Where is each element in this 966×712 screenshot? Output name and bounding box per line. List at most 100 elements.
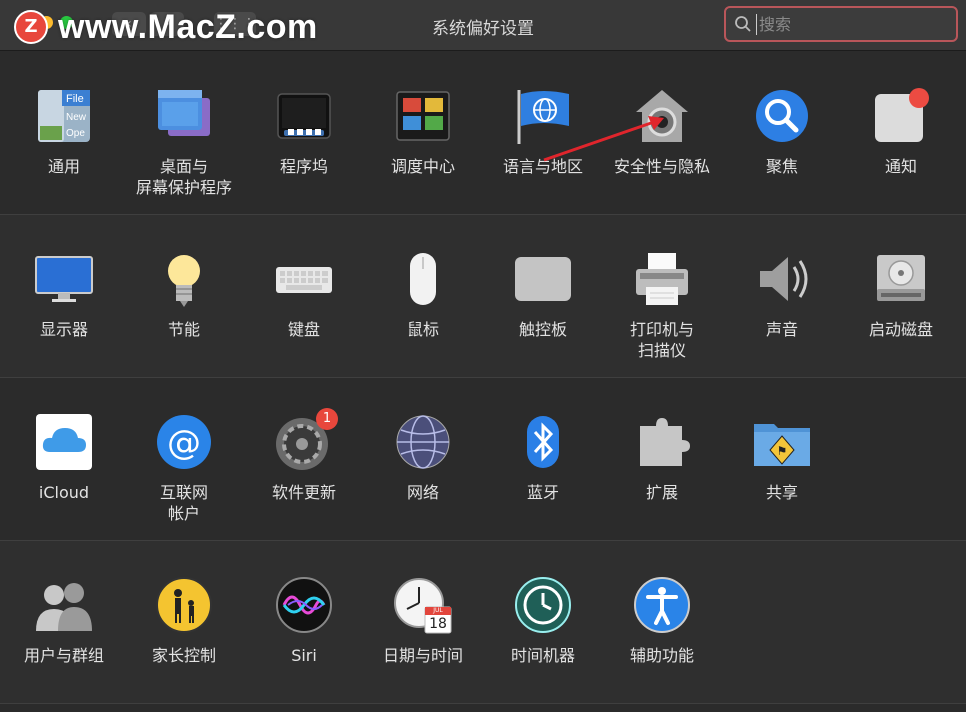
- pref-row: 显示器 节能 键盘 鼠标 触控板 打印机与 扫描仪 声音 启动磁盘: [0, 215, 966, 378]
- pref-pane-sharing[interactable]: ⚑ 共享: [722, 412, 842, 503]
- annotation-arrow: [543, 116, 664, 162]
- pref-pane-date-time[interactable]: JUL 18 日期与时间: [363, 575, 483, 666]
- pref-pane-extensions[interactable]: 扩展: [602, 412, 722, 503]
- pref-pane-dock[interactable]: 程序坞: [244, 86, 364, 177]
- startup-disk-icon: [871, 249, 931, 309]
- pref-pane-label: 软件更新: [271, 483, 336, 502]
- pref-pane-label: 家长控制: [151, 646, 216, 665]
- pref-pane-label: Siri: [291, 646, 317, 665]
- calendar-day: 18: [429, 616, 447, 632]
- pref-pane-mouse[interactable]: 鼠标: [363, 249, 483, 340]
- pref-pane-accessibility[interactable]: 辅助功能: [602, 575, 722, 666]
- pref-pane-keyboard[interactable]: 键盘: [244, 249, 364, 340]
- mouse-icon: [393, 249, 453, 309]
- pref-pane-notifications[interactable]: 通知: [841, 86, 961, 177]
- time-machine-icon: [513, 575, 573, 635]
- pref-pane-label: 蓝牙: [526, 483, 559, 502]
- svg-text:File: File: [66, 93, 84, 105]
- search-input[interactable]: [756, 13, 951, 35]
- pref-pane-bluetooth[interactable]: 蓝牙: [483, 412, 603, 503]
- pref-pane-software-update[interactable]: 1 软件更新: [244, 408, 364, 503]
- pref-pane-general[interactable]: File New Ope 通用: [4, 86, 124, 177]
- pref-pane-icloud[interactable]: iCloud: [4, 412, 124, 503]
- network-icon: [393, 412, 453, 472]
- pref-pane-spotlight[interactable]: 聚焦: [722, 86, 842, 177]
- calendar-month: JUL: [433, 607, 443, 614]
- pref-pane-label: 节能: [167, 320, 200, 339]
- keyboard-icon: [274, 249, 334, 309]
- pref-pane-startup-disk[interactable]: 启动磁盘: [841, 249, 961, 340]
- pref-pane-mission-control[interactable]: 调度中心: [363, 86, 483, 177]
- pref-pane-label: 共享: [765, 483, 798, 502]
- svg-text:⚑: ⚑: [777, 444, 788, 458]
- date-time-icon: JUL 18: [393, 575, 453, 635]
- parental-controls-icon: [154, 575, 214, 635]
- pref-pane-label: 程序坞: [279, 157, 328, 176]
- svg-text:New: New: [66, 112, 87, 123]
- pref-pane-printers-scanners[interactable]: 打印机与 扫描仪: [602, 249, 722, 361]
- pref-pane-label: 调度中心: [390, 157, 455, 176]
- pref-pane-users-groups[interactable]: 用户与群组: [4, 575, 124, 666]
- energy-saver-icon: [154, 249, 214, 309]
- pref-row: iCloud @ 互联网 帐户 1 软件更新 网络 蓝牙 扩展 ⚑ 共享: [0, 378, 966, 541]
- svg-text:Ope: Ope: [66, 128, 85, 139]
- update-count-badge: 1: [316, 408, 338, 430]
- pref-pane-sound[interactable]: 声音: [722, 249, 842, 340]
- watermark-logo: Z: [14, 10, 48, 44]
- pref-pane-label: 显示器: [39, 320, 88, 339]
- siri-icon: [274, 575, 334, 635]
- pref-pane-label: 键盘: [287, 320, 320, 339]
- search-field[interactable]: [724, 6, 958, 42]
- dock-icon: [274, 86, 334, 146]
- pref-pane-desktop-screensaver[interactable]: 桌面与 屏幕保护程序: [124, 86, 244, 198]
- pref-pane-label: 通用: [47, 157, 80, 176]
- bluetooth-icon: [513, 412, 573, 472]
- pref-pane-label: 声音: [765, 320, 798, 339]
- pref-pane-label: 桌面与 屏幕保护程序: [135, 157, 232, 197]
- pref-pane-label: 鼠标: [406, 320, 439, 339]
- pref-pane-label: iCloud: [38, 483, 90, 502]
- pref-pane-label: 辅助功能: [629, 646, 694, 665]
- pref-pane-network[interactable]: 网络: [363, 412, 483, 503]
- watermark-text: www.MacZ.com: [58, 7, 318, 46]
- printers-scanners-icon: [632, 249, 692, 309]
- icloud-icon: [34, 412, 94, 472]
- software-update-icon: 1: [274, 408, 338, 472]
- pref-pane-label: 互联网 帐户: [159, 483, 208, 523]
- pref-pane-label: 日期与时间: [382, 646, 463, 665]
- internet-accounts-icon: @: [154, 412, 214, 472]
- pref-pane-label: 启动磁盘: [868, 320, 933, 339]
- pref-pane-displays[interactable]: 显示器: [4, 249, 124, 340]
- pref-pane-parental-controls[interactable]: 家长控制: [124, 575, 244, 666]
- displays-icon: [34, 249, 94, 309]
- desktop-screensaver-icon: [154, 86, 214, 146]
- pref-pane-label: 扩展: [645, 483, 678, 502]
- pref-pane-siri[interactable]: Siri: [244, 575, 364, 666]
- trackpad-icon: [513, 249, 573, 309]
- notifications-icon: [871, 86, 931, 146]
- pref-pane-label: 用户与群组: [23, 646, 104, 665]
- pref-pane-trackpad[interactable]: 触控板: [483, 249, 603, 340]
- users-groups-icon: [34, 575, 94, 635]
- pref-pane-energy-saver[interactable]: 节能: [124, 249, 244, 340]
- pref-pane-internet-accounts[interactable]: @ 互联网 帐户: [124, 412, 244, 524]
- pref-pane-label: 聚焦: [765, 157, 798, 176]
- spotlight-icon: [752, 86, 812, 146]
- mission-control-icon: [393, 86, 453, 146]
- general-icon: File New Ope: [34, 86, 94, 146]
- pref-row: File New Ope 通用 桌面与 屏幕保护程序 程序坞 调度中心 语言与地区 安全性与隐私…: [0, 52, 966, 215]
- pref-pane-label: 打印机与 扫描仪: [629, 320, 694, 360]
- search-icon: [735, 16, 751, 32]
- watermark: Z www.MacZ.com: [14, 8, 318, 46]
- sharing-icon: ⚑: [752, 412, 812, 472]
- pref-pane-label: 通知: [884, 157, 917, 176]
- pref-row: 用户与群组 家长控制 Siri JUL 18 日期与时间 时间机器 辅助功能: [0, 541, 966, 704]
- svg-text:@: @: [167, 423, 201, 463]
- pref-pane-label: 时间机器: [510, 646, 575, 665]
- pref-pane-label: 网络: [406, 483, 439, 502]
- accessibility-icon: [632, 575, 692, 635]
- sound-icon: [752, 249, 812, 309]
- pref-pane-time-machine[interactable]: 时间机器: [483, 575, 603, 666]
- pref-pane-label: 触控板: [518, 320, 567, 339]
- extensions-icon: [632, 412, 692, 472]
